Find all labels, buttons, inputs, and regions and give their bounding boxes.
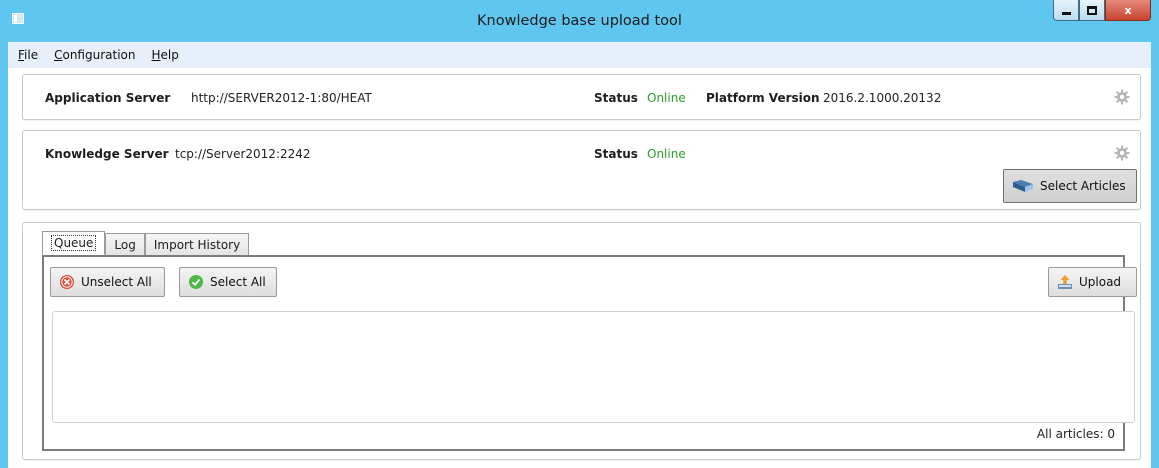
tab-log-label: Log (114, 237, 136, 252)
maximize-button[interactable] (1079, 0, 1105, 21)
select-articles-button[interactable]: Select Articles (1003, 169, 1137, 203)
minimize-icon (1061, 11, 1071, 15)
unselect-all-label: Unselect All (81, 275, 152, 289)
knowledge-server-url: tcp://Server2012:2242 (175, 147, 311, 161)
title-bar[interactable]: Knowledge base upload tool x (0, 0, 1159, 42)
client-area: File Configuration Help Application Serv… (8, 42, 1151, 468)
gear-icon[interactable] (1114, 89, 1130, 105)
tabs-panel: Queue Log Import History Unselect All Se… (22, 222, 1141, 460)
unselect-all-button[interactable]: Unselect All (50, 267, 165, 297)
knowledge-status-label: Status (594, 147, 638, 161)
tab-queue-label: Queue (51, 235, 97, 251)
gear-icon[interactable] (1114, 145, 1130, 161)
menu-configuration-label: onfiguration (62, 48, 136, 62)
book-icon (1012, 178, 1034, 194)
app-status-label: Status (594, 91, 638, 105)
application-server-panel: Application Server http://SERVER2012-1:8… (22, 74, 1141, 120)
upload-label: Upload (1079, 275, 1122, 289)
close-button[interactable]: x (1105, 0, 1151, 21)
knowledge-server-panel: Knowledge Server tcp://Server2012:2242 S… (22, 130, 1141, 210)
green-check-circle-icon (188, 274, 204, 290)
platform-version-value: 2016.2.1000.20132 (823, 91, 942, 105)
tab-log[interactable]: Log (105, 233, 145, 255)
knowledge-server-label: Knowledge Server (45, 147, 169, 161)
articles-list[interactable] (52, 311, 1135, 423)
window-title: Knowledge base upload tool (477, 13, 682, 29)
menu-help[interactable]: Help (152, 48, 179, 62)
tab-import-history[interactable]: Import History (144, 233, 250, 255)
tab-strip: Queue Log Import History (42, 231, 250, 255)
maximize-icon (1087, 5, 1097, 15)
minimize-button[interactable] (1053, 0, 1079, 21)
menu-help-mnemonic: H (151, 48, 161, 62)
menu-help-label: elp (160, 48, 179, 62)
select-articles-label: Select Articles (1040, 179, 1126, 193)
menu-configuration[interactable]: Configuration (54, 48, 135, 62)
upload-icon (1057, 274, 1073, 290)
select-all-label: Select All (210, 275, 266, 289)
platform-version-label: Platform Version (706, 91, 820, 105)
menu-bar: File Configuration Help (8, 42, 1151, 68)
select-all-button[interactable]: Select All (179, 267, 277, 297)
tab-queue[interactable]: Queue (42, 231, 106, 255)
knowledge-status-value: Online (647, 147, 686, 161)
red-x-circle-icon (59, 274, 75, 290)
upload-button[interactable]: Upload (1048, 267, 1137, 297)
app-window: Knowledge base upload tool x File Config… (0, 0, 1159, 468)
app-status-value: Online (647, 91, 686, 105)
application-server-url: http://SERVER2012-1:80/HEAT (191, 91, 372, 105)
close-icon: x (1124, 3, 1132, 17)
application-server-label: Application Server (45, 91, 171, 105)
queue-tab-content: Unselect All Select All Upload All artic… (42, 255, 1137, 451)
window-controls: x (1053, 0, 1151, 21)
menu-file-label: ile (24, 48, 39, 62)
menu-file[interactable]: File (18, 48, 38, 62)
articles-count: All articles: 0 (1036, 427, 1115, 441)
tab-import-history-label: Import History (153, 237, 241, 252)
